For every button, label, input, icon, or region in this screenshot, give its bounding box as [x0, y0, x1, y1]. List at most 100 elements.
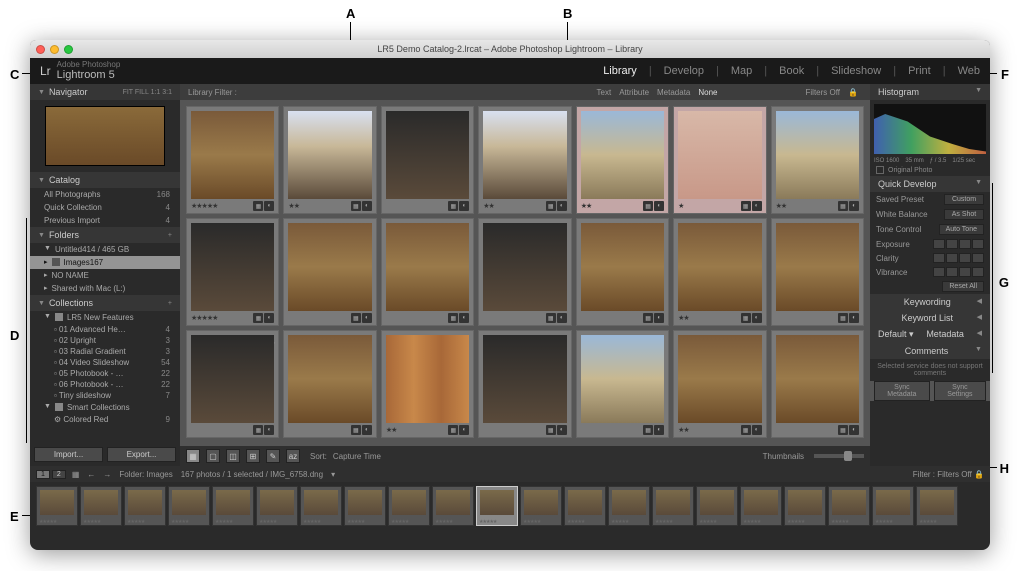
compare-view-icon[interactable]: ◫: [226, 449, 240, 463]
main-window-button[interactable]: 1: [36, 470, 50, 479]
rating-stars[interactable]: ★★: [678, 426, 689, 434]
step-down-icon[interactable]: [933, 239, 945, 249]
filter-lock-icon[interactable]: 🔒: [974, 470, 984, 479]
filmstrip-thumb[interactable]: [344, 486, 386, 526]
navigator-preview[interactable]: [45, 106, 165, 166]
filmstrip-thumb[interactable]: [168, 486, 210, 526]
collection-item[interactable]: ▫ 06 Photobook - …22: [30, 379, 180, 390]
badge-icon[interactable]: ◐: [654, 313, 664, 323]
badge-icon[interactable]: ▦: [253, 313, 263, 323]
filmstrip-thumb[interactable]: [784, 486, 826, 526]
filmstrip-thumb[interactable]: [872, 486, 914, 526]
badge-icon[interactable]: ◐: [752, 313, 762, 323]
badge-icon[interactable]: ◐: [849, 425, 859, 435]
grid-cell[interactable]: 68▦◐: [283, 218, 376, 326]
grid-view-icon[interactable]: ▦: [186, 449, 200, 463]
badge-icon[interactable]: ▦: [741, 425, 751, 435]
grid-cell[interactable]: 62★★▦◐: [283, 106, 376, 214]
step-down-icon[interactable]: [933, 253, 945, 263]
smart-collections[interactable]: ▼ Smart Collections: [30, 401, 180, 414]
catalog-item[interactable]: Previous Import4: [30, 214, 180, 227]
thumbnail[interactable]: [776, 335, 859, 423]
qd-preset-value[interactable]: Custom: [944, 194, 984, 205]
thumbnail[interactable]: [191, 223, 274, 311]
grid-cell[interactable]: 67★★▦◐: [771, 106, 864, 214]
status-folder[interactable]: Folder: Images: [115, 470, 176, 479]
step-up-icon[interactable]: [972, 267, 984, 277]
badge-icon[interactable]: ▦: [838, 201, 848, 211]
catalog-item[interactable]: Quick Collection4: [30, 201, 180, 214]
filter-metadata[interactable]: Metadata: [657, 88, 690, 97]
module-develop[interactable]: Develop: [664, 65, 704, 77]
module-book[interactable]: Book: [779, 65, 804, 77]
second-window-button[interactable]: 2: [52, 470, 66, 479]
panel-keyword-list[interactable]: Keyword List◀: [870, 310, 990, 326]
qd-autotone[interactable]: Auto Tone: [939, 224, 984, 235]
smart-collection-item[interactable]: ⚙ Colored Red9: [30, 414, 180, 425]
rating-stars[interactable]: ★★: [483, 202, 494, 210]
filmstrip-thumb[interactable]: [124, 486, 166, 526]
checkbox-icon[interactable]: [876, 166, 884, 174]
step-up-icon[interactable]: [972, 253, 984, 263]
badge-icon[interactable]: ◐: [752, 425, 762, 435]
thumbnail[interactable]: [581, 335, 664, 423]
filmstrip-thumb[interactable]: [212, 486, 254, 526]
filter-attribute[interactable]: Attribute: [619, 88, 649, 97]
grid-cell[interactable]: 75▦◐: [283, 330, 376, 438]
thumbnail[interactable]: [776, 223, 859, 311]
badge-icon[interactable]: ▦: [838, 313, 848, 323]
collection-item[interactable]: ▫ 01 Advanced He…4: [30, 324, 180, 335]
step-up-icon[interactable]: [959, 253, 971, 263]
badge-icon[interactable]: ▦: [448, 425, 458, 435]
grid-cell[interactable]: 61★★★★★▦◐: [186, 106, 279, 214]
filmstrip-thumb[interactable]: [696, 486, 738, 526]
badge-icon[interactable]: ◐: [654, 201, 664, 211]
badge-icon[interactable]: ◐: [459, 201, 469, 211]
step-up-icon[interactable]: [972, 239, 984, 249]
painter-icon[interactable]: ✎: [266, 449, 280, 463]
thumbnail[interactable]: [386, 111, 469, 199]
grid-cell[interactable]: 77▦◐: [478, 330, 571, 438]
grid-cell[interactable]: 73▦◐: [771, 218, 864, 326]
panel-keywording[interactable]: Keywording◀: [870, 294, 990, 310]
badge-icon[interactable]: ◐: [264, 201, 274, 211]
badge-icon[interactable]: ◐: [362, 201, 372, 211]
filmstrip[interactable]: [30, 482, 990, 530]
filmstrip-thumb[interactable]: [520, 486, 562, 526]
rating-stars[interactable]: ★★: [288, 202, 299, 210]
filter-text[interactable]: Text: [597, 88, 612, 97]
grid-view[interactable]: 61★★★★★▦◐62★★▦◐63▦◐64★★▦◐65★★▦◐66★▦◐67★★…: [180, 100, 870, 446]
filmstrip-thumb[interactable]: [564, 486, 606, 526]
sort-value[interactable]: Capture Time: [333, 452, 381, 461]
thumbnail[interactable]: [288, 223, 371, 311]
catalog-item[interactable]: All Photographs168: [30, 188, 180, 201]
filmstrip-thumb[interactable]: [80, 486, 122, 526]
module-web[interactable]: Web: [958, 65, 980, 77]
grid-cell[interactable]: 66★▦◐: [673, 106, 766, 214]
badge-icon[interactable]: ◐: [557, 425, 567, 435]
step-up-icon[interactable]: [959, 267, 971, 277]
collections-header[interactable]: ▼ Collections +: [30, 295, 180, 311]
original-photo-row[interactable]: Original Photo: [870, 164, 990, 176]
badge-icon[interactable]: ◐: [459, 313, 469, 323]
badge-icon[interactable]: ◐: [849, 201, 859, 211]
thumbnail[interactable]: [678, 335, 761, 423]
filmstrip-thumb[interactable]: [476, 486, 518, 526]
thumbnail[interactable]: [483, 111, 566, 199]
badge-icon[interactable]: ▦: [448, 201, 458, 211]
thumbnail[interactable]: [581, 223, 664, 311]
badge-icon[interactable]: ▦: [546, 425, 556, 435]
badge-icon[interactable]: ▦: [253, 425, 263, 435]
export-button[interactable]: Export...: [107, 447, 176, 462]
filmstrip-thumb[interactable]: [652, 486, 694, 526]
thumbnail[interactable]: [776, 111, 859, 199]
badge-icon[interactable]: ▦: [741, 313, 751, 323]
reset-all-button[interactable]: Reset All: [942, 281, 984, 292]
folder-drive[interactable]: ▸Shared with Mac (L:): [30, 282, 180, 295]
grid-cell[interactable]: 78▦◐: [576, 330, 669, 438]
folder-images[interactable]: ▸ Images 167: [30, 256, 180, 269]
sync-metadata-button[interactable]: Sync Metadata: [874, 381, 930, 401]
grid-cell[interactable]: 63▦◐: [381, 106, 474, 214]
filmstrip-thumb[interactable]: [256, 486, 298, 526]
filmstrip-thumb[interactable]: [36, 486, 78, 526]
